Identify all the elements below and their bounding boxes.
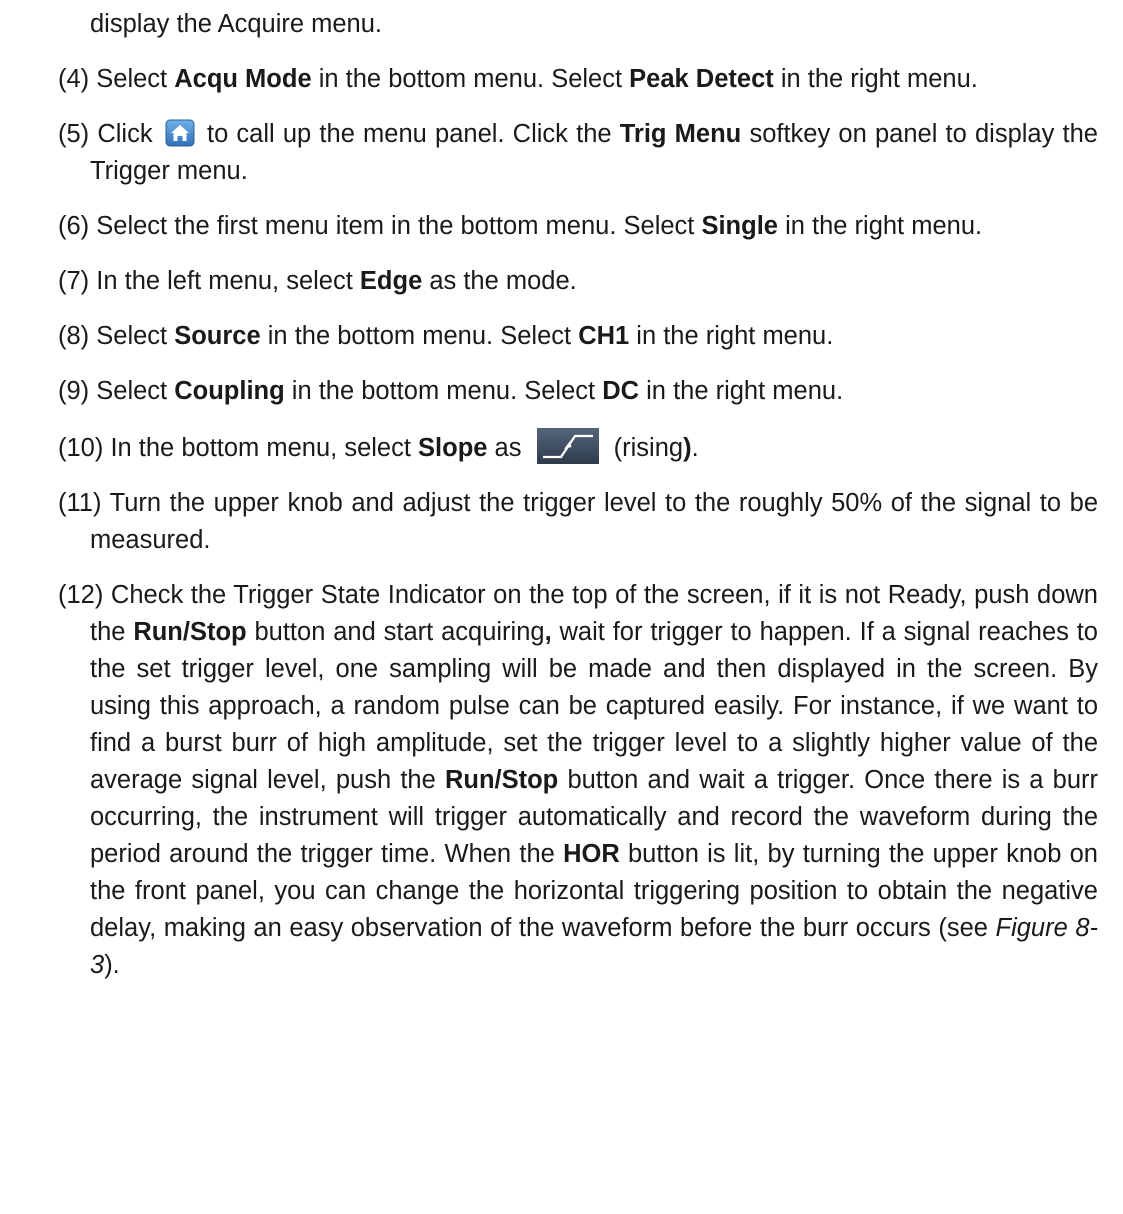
step-3-text: display the Acquire menu. [90,10,383,38]
menu-term: Slope [418,434,488,462]
step-7: (7) In the left menu, select Edge as the… [58,263,1098,300]
step-text: button and start acquiring [246,618,545,646]
step-number: (7) [58,267,90,295]
step-text: in the right menu. [777,212,983,240]
step-text: in the right menu. [629,322,834,350]
step-text: Select the first menu item in the bottom… [89,212,702,240]
menu-term: HOR [563,840,620,868]
menu-term: Edge [359,267,423,295]
step-text: in the right menu. [773,65,978,93]
step-text: as the mode. [422,267,577,295]
step-text: as [487,434,529,462]
step-number: (6) [58,212,90,240]
step-3-continuation: display the Acquire menu. [58,6,1098,43]
step-8: (8) Select Source in the bottom menu. Se… [58,318,1098,355]
step-text: to call up the menu panel. Click the [198,120,620,148]
step-text: in the bottom menu. Select [311,65,630,93]
step-number: (11) [58,489,102,517]
step-11: (11) Turn the upper knob and adjust the … [58,485,1098,559]
rising-slope-icon [536,428,599,464]
step-text: Select [89,322,175,350]
step-12: (12) Check the Trigger State Indicator o… [58,577,1098,984]
step-text: Click [89,120,161,148]
step-text: Select [89,377,175,405]
step-10: (10) In the bottom menu, select Slope as… [58,428,1098,467]
menu-term: Peak Detect [629,65,774,93]
step-number: (12) [58,581,104,609]
menu-term: DC [602,377,640,405]
step-text: ) [683,434,692,462]
menu-term: Acqu Mode [174,65,312,93]
step-text: In the left menu, select [89,267,360,295]
step-text: in the right menu. [639,377,844,405]
step-text: Select [89,65,175,93]
home-icon [165,119,195,147]
step-text: in the bottom menu. Select [284,377,603,405]
step-text: , [544,618,552,646]
menu-term: Run/Stop [133,618,247,646]
menu-term: CH1 [578,322,630,350]
step-number: (8) [58,322,90,350]
step-9: (9) Select Coupling in the bottom menu. … [58,373,1098,410]
document-body: display the Acquire menu. (4) Select Acq… [58,6,1098,1002]
step-4: (4) Select Acqu Mode in the bottom menu.… [58,61,1098,98]
step-6: (6) Select the first menu item in the bo… [58,208,1098,245]
step-number: (4) [58,65,90,93]
step-5: (5) Click to call up the menu panel. Cli… [58,116,1098,190]
step-number: (5) [58,120,90,148]
menu-term: Run/Stop [444,766,559,794]
step-text: ). [104,951,120,979]
step-text: . [691,434,699,462]
menu-term: Single [701,212,778,240]
step-text: In the bottom menu, select [103,434,419,462]
step-text: in the bottom menu. Select [260,322,579,350]
step-number: (9) [58,377,90,405]
step-number: (10) [58,434,104,462]
step-text: Turn the upper knob and adjust the trigg… [90,489,1098,554]
step-text: (rising [606,434,684,462]
menu-term: Trig Menu [619,120,742,148]
menu-term: Coupling [174,377,285,405]
menu-term: Source [174,322,261,350]
